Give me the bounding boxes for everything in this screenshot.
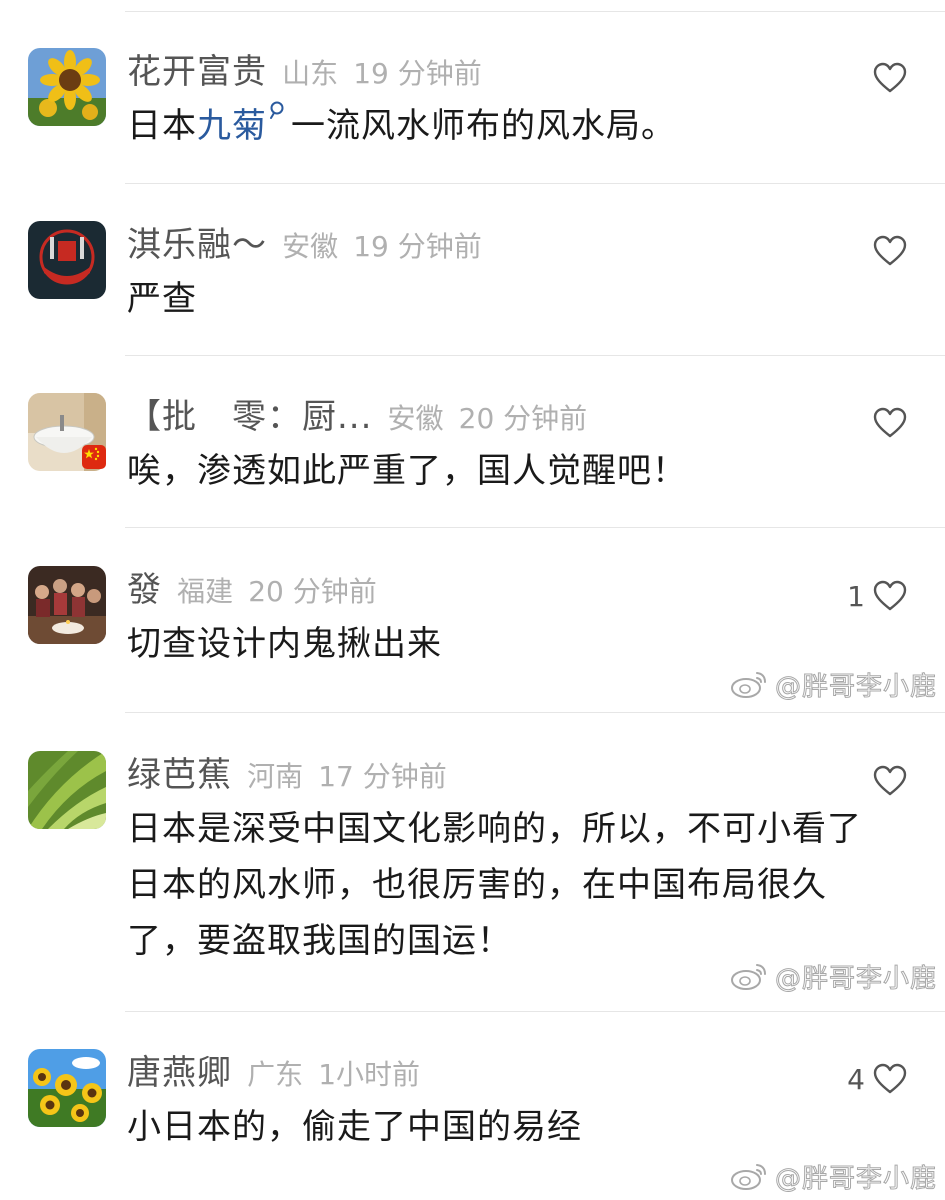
comment-meta: 唐燕卿 广东 1小时前	[127, 1053, 420, 1093]
sunflower-avatar-icon	[28, 48, 106, 126]
watermark: @胖哥李小鹿	[729, 1158, 937, 1194]
heart-icon	[873, 62, 907, 94]
username[interactable]: 【批 零：厨...	[127, 397, 372, 437]
comment-meta: 淇乐融～ 安徽 19 分钟前	[127, 225, 482, 265]
location: 安徽	[282, 230, 339, 263]
location: 安徽	[387, 402, 444, 435]
comment-meta: 【批 零：厨... 安徽 20 分钟前	[127, 397, 587, 437]
comment-text-part: 一流风水师布的风水局。	[291, 106, 676, 146]
banana-leaf-avatar-icon	[28, 751, 106, 829]
red-seal-avatar-icon	[28, 221, 106, 299]
like-button[interactable]	[865, 761, 907, 801]
timestamp: 20 分钟前	[248, 575, 377, 608]
location: 广东	[247, 1058, 304, 1091]
timestamp: 20 分钟前	[458, 402, 588, 435]
weibo-logo-icon	[729, 669, 769, 699]
timestamp: 19 分钟前	[353, 57, 482, 90]
username[interactable]: 绿芭蕉	[127, 755, 232, 795]
family-dinner-avatar-icon	[28, 566, 106, 644]
divider	[125, 712, 945, 713]
comment-meta: 绿芭蕉 河南 17 分钟前	[127, 755, 447, 795]
like-button[interactable]: 1	[847, 576, 907, 616]
comment-list: 花开富贵 山东 19 分钟前 日本九菊 一流风水师布的风水局。 淇乐融～ 安徽 …	[0, 0, 945, 1200]
china-flag-icon	[82, 445, 106, 469]
heart-icon	[873, 1063, 907, 1095]
sunflower-field-avatar-icon	[28, 1049, 106, 1127]
location: 山东	[282, 57, 339, 90]
weibo-logo-icon	[729, 961, 769, 991]
location: 河南	[247, 760, 304, 793]
avatar[interactable]	[28, 751, 106, 829]
username[interactable]: 花开富贵	[127, 52, 267, 92]
weibo-logo-icon	[729, 1161, 769, 1191]
username[interactable]: 唐燕卿	[127, 1053, 232, 1093]
watermark-text: @胖哥李小鹿	[774, 671, 937, 702]
like-count: 4	[847, 1062, 865, 1096]
heart-icon	[873, 580, 907, 612]
comment-text: 唉，渗透如此严重了，国人觉醒吧！	[127, 451, 687, 491]
timestamp: 19 分钟前	[353, 230, 482, 263]
like-button[interactable]	[865, 58, 907, 98]
heart-icon	[873, 765, 907, 797]
avatar[interactable]	[28, 566, 106, 644]
watermark-text: @胖哥李小鹿	[774, 963, 937, 994]
keyword-search-link[interactable]: 九菊	[197, 106, 267, 146]
comment-text: 小日本的，偷走了中国的易经	[127, 1107, 582, 1147]
comment-text-part: 日本	[127, 106, 197, 146]
divider	[125, 1011, 945, 1012]
username[interactable]: 發	[127, 570, 162, 610]
watermark: @胖哥李小鹿	[729, 958, 937, 994]
username[interactable]: 淇乐融～	[127, 225, 267, 265]
comment-meta: 花开富贵 山东 19 分钟前	[127, 52, 482, 92]
comment-meta: 發 福建 20 分钟前	[127, 570, 377, 610]
heart-icon	[873, 407, 907, 439]
search-icon[interactable]	[267, 98, 289, 128]
comment-text: 日本九菊 一流风水师布的风水局。	[127, 98, 877, 154]
divider	[125, 355, 945, 356]
timestamp: 17 分钟前	[318, 760, 447, 793]
divider	[125, 11, 945, 12]
divider	[125, 183, 945, 184]
watermark: @胖哥李小鹿	[729, 666, 937, 702]
comment-text: 严查	[127, 279, 197, 319]
heart-icon	[873, 235, 907, 267]
divider	[125, 527, 945, 528]
avatar[interactable]	[28, 48, 106, 126]
comment-text: 日本是深受中国文化影响的，所以，不可小看了日本的风水师，也很厉害的，在中国布局很…	[127, 809, 862, 961]
location: 福建	[177, 575, 234, 608]
like-button[interactable]: 4	[847, 1059, 907, 1099]
like-count: 1	[847, 579, 865, 613]
avatar[interactable]	[28, 221, 106, 299]
like-button[interactable]	[865, 403, 907, 443]
timestamp: 1小时前	[318, 1058, 421, 1091]
comment-text: 切查设计内鬼揪出来	[127, 624, 442, 664]
watermark-text: @胖哥李小鹿	[774, 1163, 937, 1194]
avatar[interactable]	[28, 1049, 106, 1127]
like-button[interactable]	[865, 231, 907, 271]
